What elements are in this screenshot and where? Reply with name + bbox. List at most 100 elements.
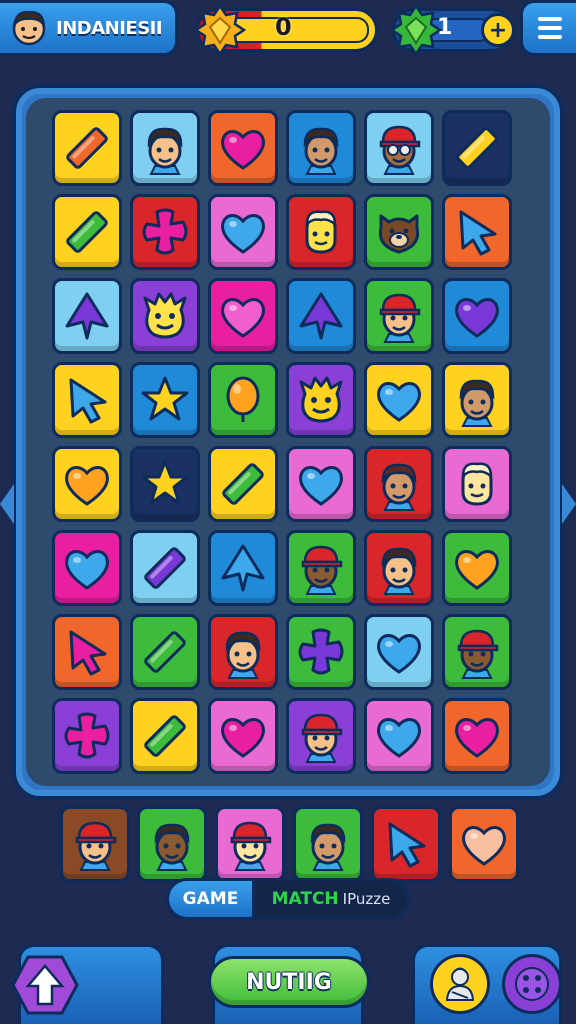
face-icon (75, 821, 117, 871)
boy-avatar-icon (12, 10, 46, 46)
heart-icon (65, 550, 109, 590)
board-tile[interactable] (286, 110, 356, 186)
board-tile[interactable] (364, 530, 434, 606)
queue-tile[interactable] (293, 806, 363, 882)
main-action-button[interactable]: NUTIIG (208, 956, 370, 1008)
hamburger-menu-icon[interactable] (520, 0, 576, 56)
match-label: MATCH (271, 889, 339, 909)
board-tile[interactable] (364, 110, 434, 186)
bar-icon (66, 127, 108, 169)
queue-tile[interactable] (137, 806, 207, 882)
board-tile[interactable] (364, 194, 434, 270)
board-tile[interactable] (52, 278, 122, 354)
queue-tile[interactable] (60, 806, 130, 882)
board-tile[interactable] (208, 362, 278, 438)
queue-tile[interactable] (215, 806, 285, 882)
board-tile[interactable] (52, 194, 122, 270)
bar-icon (66, 211, 108, 253)
board-tile[interactable] (364, 446, 434, 522)
board-tile[interactable] (286, 698, 356, 774)
face-icon (154, 823, 190, 871)
board-tile[interactable] (364, 362, 434, 438)
board-tile[interactable] (208, 446, 278, 522)
bar-icon (144, 547, 186, 589)
board-tile[interactable] (130, 530, 200, 606)
board-tile[interactable] (442, 614, 512, 690)
board-tile[interactable] (52, 446, 122, 522)
board-tile[interactable] (442, 698, 512, 774)
lives-value: 1 (437, 15, 453, 40)
score-bar: 0 (193, 3, 378, 57)
bar-icon (144, 631, 186, 673)
board-tile[interactable] (208, 530, 278, 606)
cross-icon (64, 712, 110, 759)
face-icon (303, 127, 339, 175)
bear-icon (378, 214, 420, 254)
puzzle-label: IPuzze (342, 890, 391, 908)
board-tile[interactable] (286, 194, 356, 270)
board-tile[interactable] (442, 530, 512, 606)
board-tile[interactable] (130, 446, 200, 522)
board-tile[interactable] (442, 362, 512, 438)
board-tile[interactable] (364, 614, 434, 690)
arrow-icon (459, 210, 497, 256)
board-tile[interactable] (208, 698, 278, 774)
face-icon (301, 713, 343, 763)
board-tile[interactable] (442, 446, 512, 522)
board-tile[interactable] (286, 362, 356, 438)
player-profile[interactable]: INDANIESII (0, 0, 178, 56)
monster-icon (143, 292, 187, 339)
board-tile[interactable] (52, 110, 122, 186)
board-tile[interactable] (130, 278, 200, 354)
up-arrow-icon[interactable] (10, 954, 80, 1016)
face-icon (301, 545, 343, 595)
heart-icon (377, 634, 421, 674)
queue-tile[interactable] (449, 806, 519, 882)
board-tile[interactable] (130, 194, 200, 270)
face-icon (381, 463, 417, 511)
board-tile[interactable] (130, 110, 200, 186)
button-dots-icon[interactable] (502, 954, 562, 1014)
face-icon (230, 821, 272, 871)
face-icon (459, 379, 495, 427)
board-tile[interactable] (442, 194, 512, 270)
score-value: 0 (275, 13, 292, 41)
blob-icon (461, 462, 493, 506)
spade-icon (299, 292, 343, 340)
heart-icon (455, 718, 499, 758)
board-tile[interactable] (442, 110, 512, 186)
board-tile[interactable] (52, 530, 122, 606)
face-icon (379, 125, 421, 175)
monster-icon (299, 376, 343, 423)
board-tile[interactable] (442, 278, 512, 354)
board-tile[interactable] (208, 194, 278, 270)
board-tile[interactable] (208, 110, 278, 186)
board-tile[interactable] (130, 614, 200, 690)
add-lives-button[interactable]: + (481, 13, 515, 47)
heart-icon (221, 298, 265, 338)
board-tile[interactable] (286, 530, 356, 606)
board-tile[interactable] (52, 614, 122, 690)
board-tile[interactable] (52, 698, 122, 774)
board-tile[interactable] (52, 362, 122, 438)
match-puzzle-label[interactable]: MATCH IPuzze (255, 881, 407, 917)
heart-icon (455, 298, 499, 338)
board-tile[interactable] (286, 614, 356, 690)
mode-selector: GAME MATCH IPuzze (166, 878, 410, 920)
board-tile[interactable] (130, 362, 200, 438)
spade-icon (221, 544, 265, 592)
board-tile[interactable] (286, 446, 356, 522)
game-mode-button[interactable]: GAME (169, 881, 255, 917)
board-tile[interactable] (208, 614, 278, 690)
board-tile[interactable] (286, 278, 356, 354)
board-tile[interactable] (364, 278, 434, 354)
star-icon (141, 376, 189, 421)
board-tile[interactable] (364, 698, 434, 774)
hero-portrait-icon[interactable] (430, 954, 490, 1014)
board-tile[interactable] (208, 278, 278, 354)
queue-tile[interactable] (371, 806, 441, 882)
board-tile[interactable] (130, 698, 200, 774)
gold-gem-badge-icon (193, 3, 247, 57)
player-name: INDANIESII (56, 17, 163, 39)
board-right-tab (562, 484, 576, 524)
